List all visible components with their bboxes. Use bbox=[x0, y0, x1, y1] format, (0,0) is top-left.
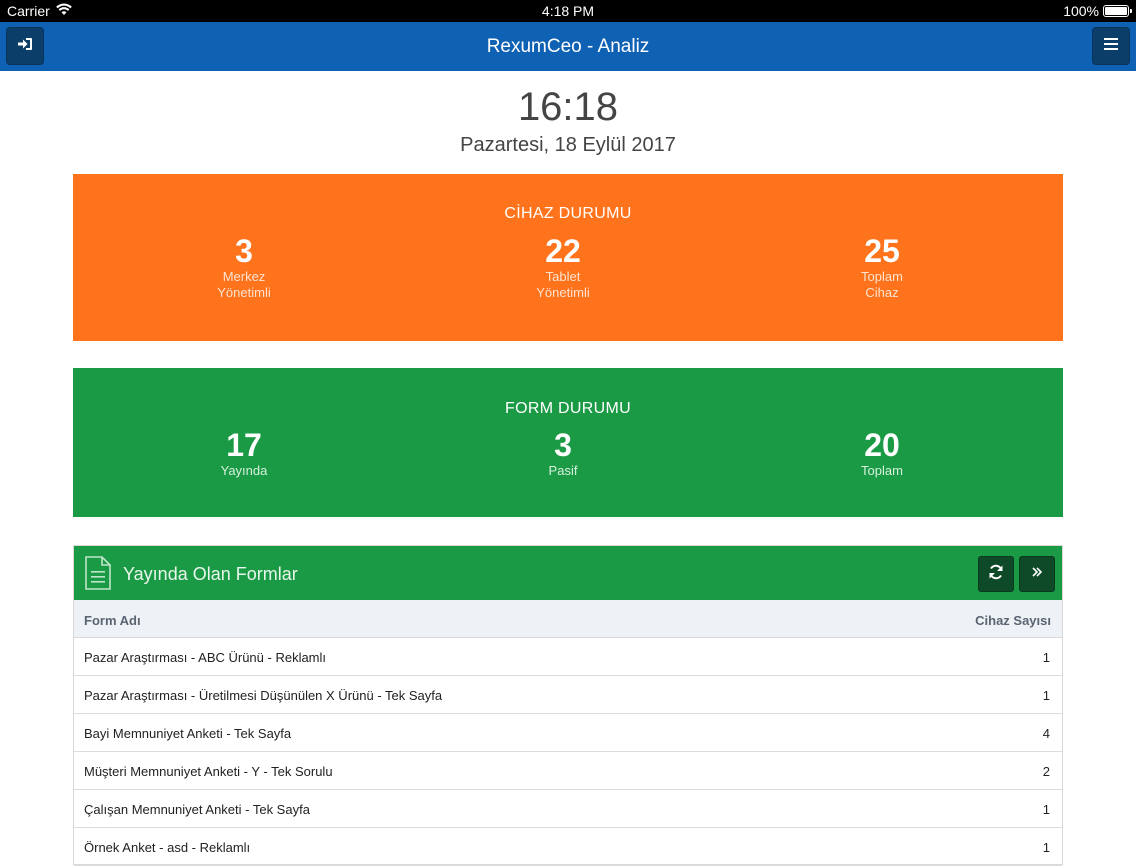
stat-total-devices: 25 Toplam Cihaz bbox=[782, 233, 982, 301]
device-count: 2 bbox=[1042, 764, 1050, 779]
menu-button[interactable] bbox=[1092, 27, 1130, 65]
device-count: 1 bbox=[1042, 650, 1050, 665]
stat-value: 3 bbox=[554, 427, 572, 463]
device-count: 1 bbox=[1042, 802, 1050, 817]
stat-label: Toplam bbox=[861, 463, 903, 478]
table-row[interactable]: Pazar Araştırması - ABC Ürünü - Reklamlı… bbox=[74, 638, 1062, 676]
status-time: 4:18 PM bbox=[541, 3, 595, 19]
refresh-icon bbox=[988, 564, 1004, 585]
stat-passive: 3 Pasif bbox=[463, 427, 663, 479]
device-status-title: CİHAZ DURUMU bbox=[504, 205, 632, 222]
refresh-button[interactable] bbox=[978, 556, 1014, 592]
nav-bar: RexumCeo - Analiz bbox=[0, 22, 1136, 71]
stat-value: 17 bbox=[226, 427, 262, 463]
current-time: 16:18 bbox=[517, 85, 619, 129]
table-row[interactable]: Bayi Memnuniyet Anketi - Tek Sayfa 4 bbox=[74, 714, 1062, 752]
stat-value: 20 bbox=[864, 427, 900, 463]
document-icon bbox=[84, 556, 112, 595]
card-title: Yayında Olan Formlar bbox=[123, 564, 298, 584]
form-name: Bayi Memnuniyet Anketi - Tek Sayfa bbox=[84, 726, 292, 741]
device-count: 1 bbox=[1042, 688, 1050, 703]
table-row[interactable]: Müşteri Memnuniyet Anketi - Y - Tek Soru… bbox=[74, 752, 1062, 790]
stat-label: Yönetimli bbox=[536, 285, 590, 300]
form-name: Müşteri Memnuniyet Anketi - Y - Tek Soru… bbox=[84, 764, 333, 779]
stat-tablet-managed: 22 Tablet Yönetimli bbox=[463, 233, 663, 301]
form-name: Çalışan Memnuniyet Anketi - Tek Sayfa bbox=[84, 802, 310, 817]
current-date: Pazartesi, 18 Eylül 2017 bbox=[460, 134, 676, 156]
stat-total-forms: 20 Toplam bbox=[782, 427, 982, 479]
table-row[interactable]: Pazar Araştırması - Üretilmesi Düşünülen… bbox=[74, 676, 1062, 714]
device-count: 4 bbox=[1042, 726, 1050, 741]
table-row[interactable]: Çalışan Memnuniyet Anketi - Tek Sayfa 1 bbox=[74, 790, 1062, 828]
stat-published: 17 Yayında bbox=[144, 427, 344, 479]
device-status-panel: CİHAZ DURUMU 3 Merkez Yönetimli 22 Table… bbox=[73, 174, 1063, 341]
stat-label: Merkez bbox=[222, 269, 266, 284]
app-title: RexumCeo - Analiz bbox=[486, 36, 650, 57]
stat-label: Tablet bbox=[545, 269, 581, 284]
table-header: Form Adı Cihaz Sayısı bbox=[74, 600, 1062, 638]
status-bar: Carrier 4:18 PM 100% bbox=[0, 0, 1136, 22]
stat-label: Cihaz bbox=[865, 285, 899, 300]
card-header: Yayında Olan Formlar bbox=[74, 546, 1062, 600]
battery-icon bbox=[1103, 5, 1132, 17]
stat-label: Yönetimli bbox=[217, 285, 271, 300]
published-forms-card: Yayında Olan Formlar Form Adı Cihaz Sayı… bbox=[73, 545, 1063, 866]
stat-label: Yayında bbox=[220, 463, 268, 478]
stat-value: 25 bbox=[864, 233, 900, 269]
form-status-panel: FORM DURUMU 17 Yayında 3 Pasif 20 Toplam bbox=[73, 368, 1063, 517]
column-header-device-count: Cihaz Sayısı bbox=[975, 613, 1051, 628]
stat-value: 3 bbox=[235, 233, 253, 269]
form-status-title: FORM DURUMU bbox=[505, 400, 631, 417]
column-header-form-name: Form Adı bbox=[84, 613, 141, 628]
battery-percent: 100% bbox=[1063, 3, 1099, 19]
stat-label: Pasif bbox=[548, 463, 578, 478]
form-name: Pazar Araştırması - Üretilmesi Düşünülen… bbox=[84, 688, 443, 703]
double-chevron-right-icon bbox=[1031, 565, 1043, 583]
stat-value: 22 bbox=[545, 233, 581, 269]
device-count: 1 bbox=[1042, 840, 1050, 855]
form-name: Örnek Anket - asd - Reklamlı bbox=[84, 840, 251, 855]
table-row[interactable]: Örnek Anket - asd - Reklamlı 1 bbox=[74, 828, 1062, 866]
open-list-button[interactable] bbox=[1019, 556, 1055, 592]
form-name: Pazar Araştırması - ABC Ürünü - Reklamlı bbox=[84, 650, 327, 665]
hamburger-menu-icon bbox=[1104, 37, 1118, 55]
stat-label: Toplam bbox=[861, 269, 903, 284]
stat-central-managed: 3 Merkez Yönetimli bbox=[144, 233, 344, 301]
